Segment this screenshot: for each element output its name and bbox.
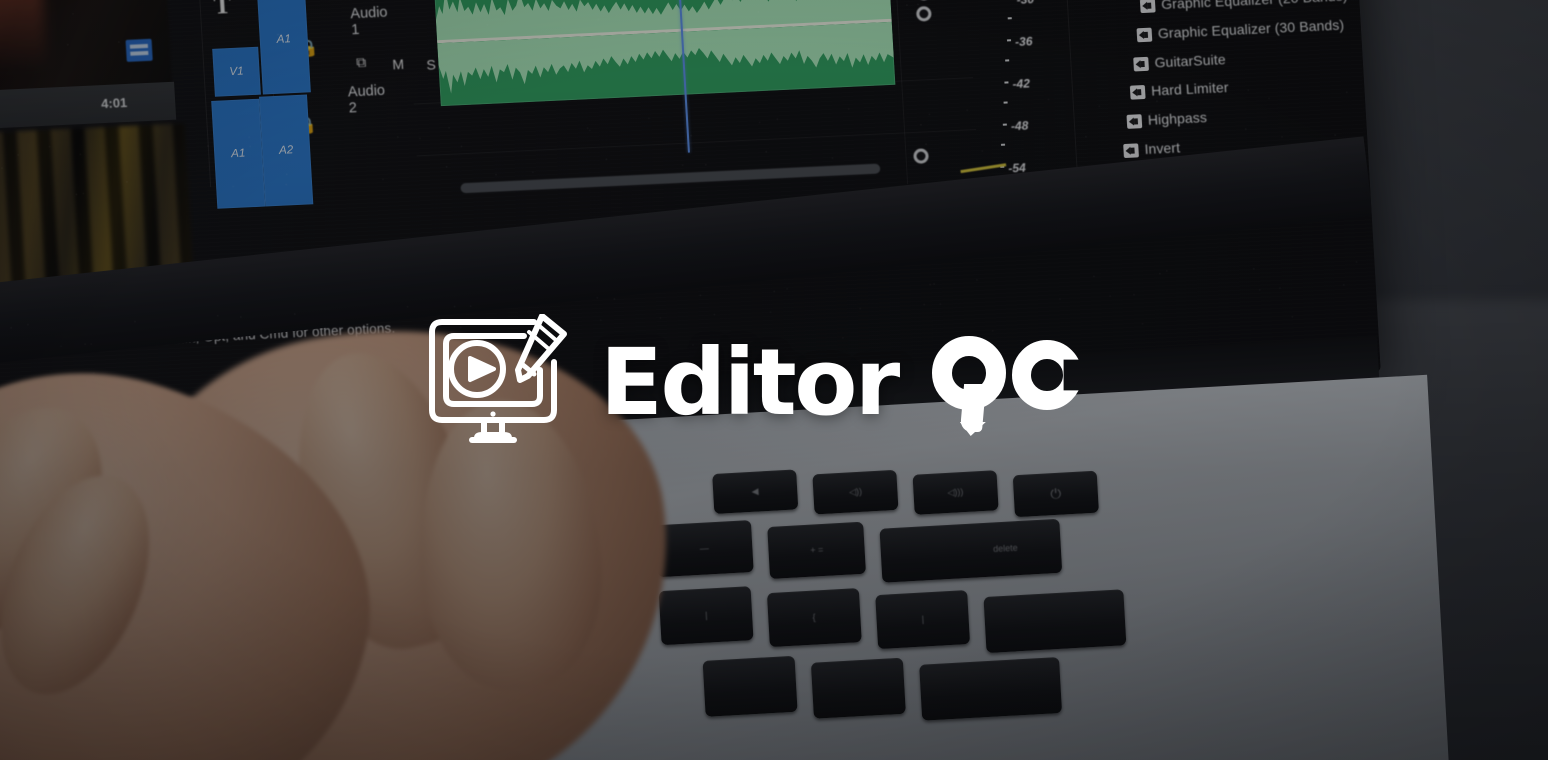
key-plus[interactable]: + = xyxy=(767,521,866,580)
type-tool[interactable]: T xyxy=(213,0,232,20)
key-f10[interactable]: ◀ xyxy=(712,469,799,515)
solo-button-a2[interactable]: S xyxy=(426,56,436,72)
source-patch-v1[interactable]: V1 xyxy=(212,46,261,97)
sync-lock-icon-a2[interactable]: ⧉ xyxy=(356,54,367,71)
key-backslash[interactable]: | xyxy=(875,590,971,650)
meter-tick--36: -36 xyxy=(1014,34,1033,50)
key-bracket-left[interactable]: | xyxy=(658,586,754,646)
key-power[interactable]: ⏻ xyxy=(1012,470,1099,518)
audio-effect-icon xyxy=(1136,27,1153,43)
hero-banner: Maps 4:01 ▥ ⌕ ▰ ▤ 🗑 ce and drag to marqu… xyxy=(0,0,1548,760)
logo-wordmark: Editor xyxy=(600,329,900,436)
key-minus[interactable]: — xyxy=(654,519,754,578)
key-bracket-right[interactable]: { xyxy=(766,588,862,648)
meter-tick--48: -48 xyxy=(1010,118,1029,134)
monitor-play-pencil-icon xyxy=(424,313,574,446)
audio-effect-icon xyxy=(1129,84,1146,100)
audio-effect-icon xyxy=(1133,56,1150,72)
key-delete[interactable]: delete xyxy=(879,518,1063,583)
clip-type-badge xyxy=(125,38,153,62)
logo-digit-9 xyxy=(931,336,1010,436)
effect-label: GuitarSuite xyxy=(1154,51,1227,71)
source-patch-a1[interactable]: A1 xyxy=(211,98,266,209)
logo-digit-0 xyxy=(1011,340,1082,410)
effect-label: Invert xyxy=(1144,139,1181,158)
meter-tick--42: -42 xyxy=(1012,76,1031,92)
mute-button-a2[interactable]: M xyxy=(392,56,405,73)
audio-effect-icon xyxy=(1126,114,1143,129)
audio-effect-icon xyxy=(1123,143,1139,159)
track-label-a2: Audio 2 xyxy=(347,82,386,117)
clip-duration-label: 4:01 xyxy=(100,94,128,112)
key-f11[interactable]: ◁)) xyxy=(812,469,899,515)
key-semicolon[interactable] xyxy=(702,655,798,717)
track-target-a2[interactable]: A2 xyxy=(259,94,314,207)
key-quote[interactable] xyxy=(810,657,906,719)
logo-number: 90 xyxy=(931,336,1082,436)
brand-logo: Editor 90 xyxy=(424,313,1082,446)
effect-label: Highpass xyxy=(1147,109,1208,128)
track-target-a1[interactable]: A1 xyxy=(256,0,311,95)
audio-effect-icon xyxy=(1139,0,1156,14)
track-label-a1: Audio 1 xyxy=(349,4,388,39)
key-f12[interactable]: ◁))) xyxy=(912,470,999,515)
key-return[interactable] xyxy=(983,589,1127,654)
meter-tick--30: -30 xyxy=(1016,0,1034,7)
key-shift-right[interactable] xyxy=(919,657,1063,721)
